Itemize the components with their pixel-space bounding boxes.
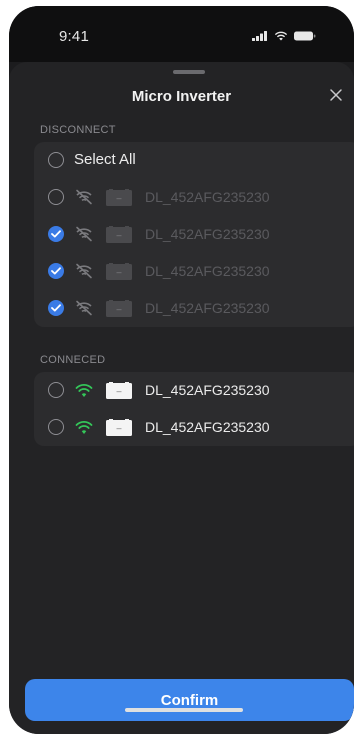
battery-icon <box>294 31 316 41</box>
cellular-signal-icon <box>252 31 267 41</box>
close-icon <box>330 89 342 101</box>
wifi-off-icon <box>76 226 92 242</box>
device-name: DL_452AFG235230 <box>145 300 270 316</box>
device-row[interactable]: DL_452AFG235230 <box>34 372 354 409</box>
status-icons <box>252 30 316 42</box>
home-indicator <box>125 708 243 712</box>
status-time: 9:41 <box>59 28 89 45</box>
inverter-device-icon <box>106 419 132 436</box>
inverter-device-icon <box>106 300 132 317</box>
device-checkbox-checked[interactable] <box>48 263 64 279</box>
device-checkbox[interactable] <box>48 382 64 398</box>
device-name: DL_452AFG235230 <box>145 226 270 242</box>
device-row[interactable]: DL_452AFG235230 <box>34 290 354 327</box>
disconnect-list: Select All DL_452AFG235230 DL_452AFG2352… <box>34 142 354 327</box>
device-checkbox-checked[interactable] <box>48 226 64 242</box>
confirm-button[interactable]: Confirm <box>25 679 354 721</box>
device-name: DL_452AFG235230 <box>145 419 270 435</box>
connected-section-label: CONNECED <box>40 354 106 366</box>
status-bar: 9:41 <box>9 6 354 62</box>
device-name: DL_452AFG235230 <box>145 263 270 279</box>
device-row[interactable]: DL_452AFG235230 <box>34 409 354 446</box>
device-row[interactable]: DL_452AFG235230 <box>34 253 354 290</box>
wifi-status-icon <box>274 31 288 41</box>
inverter-device-icon <box>106 226 132 243</box>
device-name: DL_452AFG235230 <box>145 189 270 205</box>
disconnect-section-label: DISCONNECT <box>40 124 116 136</box>
wifi-on-icon <box>75 421 93 434</box>
sheet-grabber[interactable] <box>173 70 205 74</box>
close-button[interactable] <box>327 86 345 104</box>
bottom-sheet: Micro Inverter DISCONNECT Select All DL_… <box>9 62 354 734</box>
select-all-label: Select All <box>74 151 136 168</box>
device-checkbox-checked[interactable] <box>48 300 64 316</box>
wifi-off-icon <box>76 189 92 205</box>
device-checkbox[interactable] <box>48 189 64 205</box>
select-all-row[interactable]: Select All <box>34 142 354 179</box>
select-all-checkbox[interactable] <box>48 152 64 168</box>
inverter-device-icon <box>106 189 132 206</box>
phone-screen: 9:41 Micro Inverter DISCONNECT Select Al… <box>9 6 354 734</box>
wifi-off-icon <box>76 263 92 279</box>
device-row[interactable]: DL_452AFG235230 <box>34 179 354 216</box>
device-checkbox[interactable] <box>48 419 64 435</box>
wifi-off-icon <box>76 300 92 316</box>
wifi-on-icon <box>75 384 93 397</box>
sheet-title: Micro Inverter <box>131 88 232 105</box>
checkmark-icon <box>51 304 61 312</box>
checkmark-icon <box>51 267 61 275</box>
inverter-device-icon <box>106 382 132 399</box>
device-name: DL_452AFG235230 <box>145 382 270 398</box>
connected-list: DL_452AFG235230 DL_452AFG235230 <box>34 372 354 446</box>
device-row[interactable]: DL_452AFG235230 <box>34 216 354 253</box>
inverter-device-icon <box>106 263 132 280</box>
checkmark-icon <box>51 230 61 238</box>
